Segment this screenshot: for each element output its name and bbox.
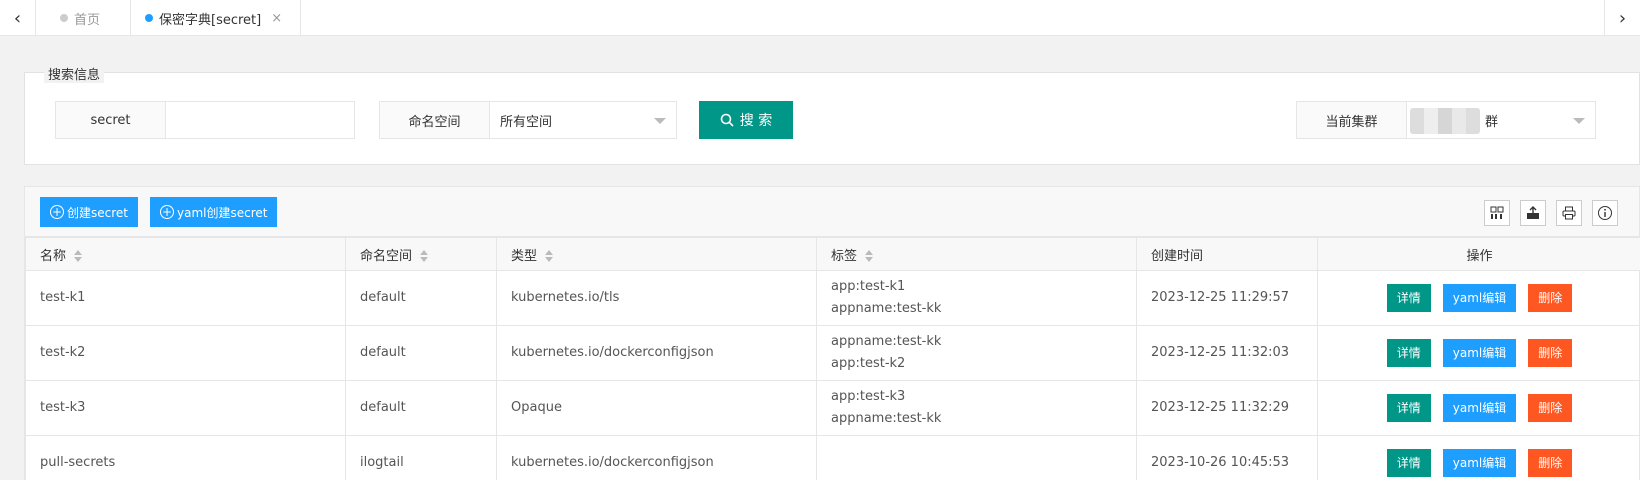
- cell-labels: appname:test-kk app:test-k2: [816, 325, 1137, 381]
- cell-name: pull-secrets: [25, 435, 346, 480]
- table-toolbar: + 创建secret + yaml创建secret: [25, 187, 1639, 237]
- grid-columns-icon[interactable]: [1484, 200, 1510, 226]
- cell-created: 2023-12-25 11:32:29: [1136, 380, 1318, 436]
- cell-labels: [816, 435, 1137, 480]
- create-secret-button[interactable]: + 创建secret: [40, 197, 138, 227]
- header-namespace[interactable]: 命名空间: [345, 237, 497, 271]
- namespace-value: 所有空间: [500, 114, 553, 130]
- cell-type: Opaque: [496, 380, 817, 436]
- header-actions: 操作: [1317, 237, 1640, 271]
- search-legend: 搜索信息: [44, 64, 105, 83]
- cell-created: 2023-10-26 10:45:53: [1136, 435, 1318, 480]
- cluster-label: 当前集群: [1297, 102, 1407, 138]
- secret-table: 名称 命名空间 类型 标签 创建时间 操作 test-k1 default ku…: [25, 237, 1640, 480]
- yaml-edit-button[interactable]: yaml编辑: [1442, 284, 1517, 312]
- redacted-cluster-name: [1410, 108, 1480, 134]
- detail-button[interactable]: 详情: [1386, 449, 1431, 477]
- cell-type: kubernetes.io/tls: [496, 270, 817, 326]
- search-button-label: 搜 索: [739, 113, 773, 129]
- label-line: app:test-k1: [831, 279, 906, 294]
- secret-input[interactable]: [166, 102, 354, 138]
- cell-labels: app:test-k1 appname:test-kk: [816, 270, 1137, 326]
- detail-button[interactable]: 详情: [1386, 394, 1431, 422]
- tab-home-label: 首页: [74, 12, 101, 28]
- namespace-select[interactable]: 命名空间 所有空间: [379, 101, 677, 139]
- delete-button[interactable]: 删除: [1528, 284, 1573, 312]
- delete-button[interactable]: 删除: [1528, 339, 1573, 367]
- cell-namespace: default: [345, 325, 497, 381]
- chevron-right-icon[interactable]: ›: [1604, 0, 1640, 36]
- yaml-edit-button[interactable]: yaml编辑: [1442, 394, 1517, 422]
- cell-actions: 详情 yaml编辑 删除: [1317, 325, 1640, 381]
- cell-name: test-k2: [25, 325, 346, 381]
- tab-bar: ‹ 首页 保密字典[secret] × ›: [0, 0, 1640, 36]
- delete-button[interactable]: 删除: [1528, 449, 1573, 477]
- close-icon[interactable]: ×: [271, 11, 282, 26]
- table-row: test-k3 default Opaque app:test-k3 appnam…: [25, 380, 1640, 436]
- yaml-create-secret-label: yaml创建secret: [177, 205, 268, 220]
- cell-namespace: default: [345, 270, 497, 326]
- info-icon[interactable]: [1592, 200, 1618, 226]
- label-line: appname:test-kk: [831, 334, 942, 349]
- table-header-row: 名称 命名空间 类型 标签 创建时间 操作: [25, 237, 1640, 271]
- header-type[interactable]: 类型: [496, 237, 817, 271]
- label-line: app:test-k3: [831, 389, 906, 404]
- sort-icon[interactable]: [74, 250, 83, 262]
- header-name[interactable]: 名称: [25, 237, 346, 271]
- search-icon: [720, 113, 734, 127]
- plus-circle-icon: +: [50, 205, 64, 219]
- cell-actions: 详情 yaml编辑 删除: [1317, 380, 1640, 436]
- cell-created: 2023-12-25 11:29:57: [1136, 270, 1318, 326]
- sort-icon[interactable]: [420, 250, 429, 262]
- yaml-create-secret-button[interactable]: + yaml创建secret: [150, 197, 278, 227]
- tab-home[interactable]: 首页: [36, 0, 131, 36]
- cell-created: 2023-12-25 11:32:03: [1136, 325, 1318, 381]
- cell-type: kubernetes.io/dockerconfigjson: [496, 435, 817, 480]
- delete-button[interactable]: 删除: [1528, 394, 1573, 422]
- caret-down-icon: [1573, 118, 1585, 124]
- cell-namespace: ilogtail: [345, 435, 497, 480]
- sort-icon[interactable]: [865, 250, 874, 262]
- table-row: test-k1 default kubernetes.io/tls app:te…: [25, 270, 1640, 326]
- table-panel: + 创建secret + yaml创建secret 名称 命名空间 类型 标签 …: [24, 186, 1640, 480]
- create-secret-label: 创建secret: [67, 205, 128, 220]
- cell-name: test-k1: [25, 270, 346, 326]
- cell-namespace: default: [345, 380, 497, 436]
- namespace-label: 命名空间: [380, 102, 490, 138]
- detail-button[interactable]: 详情: [1386, 284, 1431, 312]
- plus-circle-icon: +: [160, 205, 174, 219]
- tab-dot: [60, 14, 68, 22]
- table-row: test-k2 default kubernetes.io/dockerconf…: [25, 325, 1640, 381]
- header-created: 创建时间: [1136, 237, 1318, 271]
- cell-labels: app:test-k3 appname:test-kk: [816, 380, 1137, 436]
- detail-button[interactable]: 详情: [1386, 339, 1431, 367]
- yaml-edit-button[interactable]: yaml编辑: [1442, 339, 1517, 367]
- label-line: app:test-k2: [831, 356, 906, 371]
- table-row: pull-secrets ilogtail kubernetes.io/dock…: [25, 435, 1640, 480]
- chevron-left-icon[interactable]: ‹: [0, 0, 36, 36]
- caret-down-icon: [654, 118, 666, 124]
- cell-name: test-k3: [25, 380, 346, 436]
- tab-secret-label: 保密字典[secret]: [159, 12, 262, 28]
- cell-type: kubernetes.io/dockerconfigjson: [496, 325, 817, 381]
- search-button[interactable]: 搜 索: [699, 101, 793, 139]
- label-line: appname:test-kk: [831, 411, 942, 426]
- tab-dot-active: [145, 14, 153, 22]
- secret-field: secret: [55, 101, 355, 139]
- export-icon[interactable]: [1520, 200, 1546, 226]
- secret-label: secret: [56, 102, 166, 138]
- yaml-edit-button[interactable]: yaml编辑: [1442, 449, 1517, 477]
- label-line: appname:test-kk: [831, 301, 942, 316]
- sort-icon[interactable]: [545, 250, 554, 262]
- cell-actions: 详情 yaml编辑 删除: [1317, 435, 1640, 480]
- print-icon[interactable]: [1556, 200, 1582, 226]
- tab-secret[interactable]: 保密字典[secret] ×: [131, 0, 301, 36]
- cell-actions: 详情 yaml编辑 删除: [1317, 270, 1640, 326]
- header-labels[interactable]: 标签: [816, 237, 1137, 271]
